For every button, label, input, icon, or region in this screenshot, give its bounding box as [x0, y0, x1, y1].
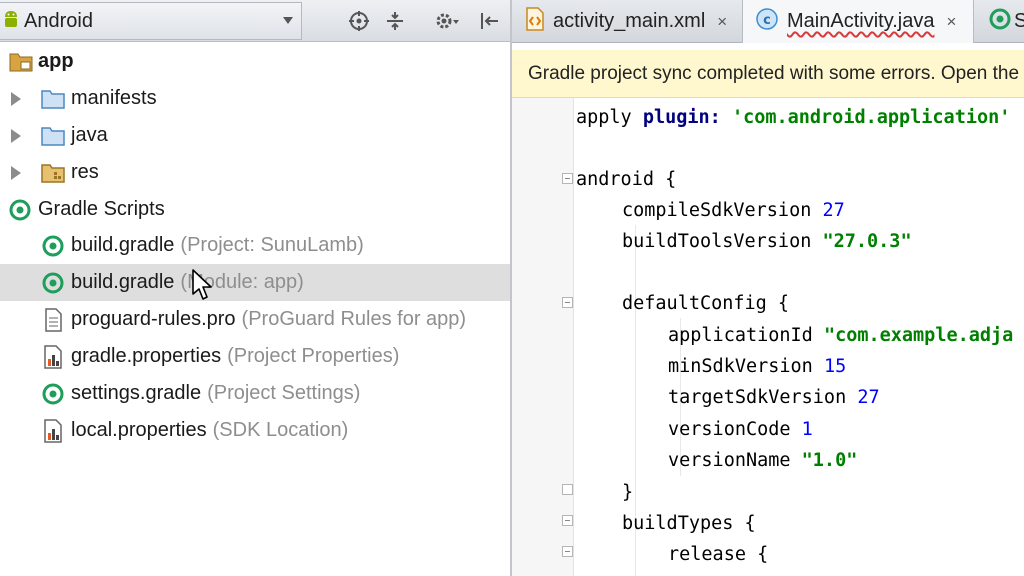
fold-marker-icon[interactable] [562, 546, 573, 557]
gradle-icon [8, 198, 32, 222]
code-line: compileSdkVersion 27 [622, 200, 845, 221]
editor-tab-bar: activity_main.xml × c MainActivity.java … [512, 0, 1024, 43]
project-view-selector[interactable]: Android [0, 2, 302, 40]
tab-label: MainActivity.java [787, 10, 935, 32]
tree-item-label: proguard-rules.pro (ProGuard Rules for ap… [71, 308, 467, 330]
tree-item-label: res [71, 161, 99, 183]
notification-text: Gradle project sync completed with some … [528, 62, 1020, 84]
code-area[interactable]: apply plugin: 'com.android.application' … [576, 100, 1024, 576]
close-icon[interactable]: × [717, 12, 727, 32]
chevron-right-icon[interactable] [11, 166, 21, 180]
android-icon [3, 8, 19, 35]
code-line: minSdkVersion 15 [668, 356, 847, 377]
gradle-icon [41, 234, 65, 258]
properties-icon [41, 418, 65, 443]
locate-icon[interactable] [346, 8, 372, 34]
chevron-right-icon[interactable] [11, 92, 21, 106]
folder-icon [41, 87, 65, 111]
module-folder-icon [9, 50, 33, 74]
chevron-right-icon[interactable] [11, 129, 21, 143]
hide-panel-icon[interactable] [476, 8, 502, 34]
project-view-label: Android [24, 9, 93, 32]
svg-text:c: c [763, 13, 771, 28]
tab-label: activity_main.xml [553, 10, 706, 32]
tree-item-hint: (Project Settings) [207, 382, 361, 404]
tab-label: S [1014, 10, 1024, 32]
code-line: } [622, 482, 634, 503]
gradle-icon [988, 7, 1012, 36]
tree-item-gradle-scripts[interactable]: Gradle Scripts [0, 191, 510, 228]
tree-item-res[interactable]: res [0, 154, 510, 191]
mouse-pointer-icon [192, 269, 214, 303]
code-editor: activity_main.xml × c MainActivity.java … [512, 0, 1024, 576]
gradle-icon [41, 382, 65, 406]
tree-item-gradle-properties[interactable]: gradle.properties (Project Properties) [0, 338, 510, 375]
xml-file-icon [525, 7, 545, 36]
tree-item-build-gradle-module[interactable]: build.gradle (Module: app) [0, 264, 510, 301]
java-class-icon: c [755, 7, 779, 36]
code-line: buildTypes { [622, 513, 756, 534]
gradle-sync-notification[interactable]: Gradle project sync completed with some … [512, 50, 1024, 98]
tree-item-build-gradle-project[interactable]: build.gradle (Project: SunuLamb) [0, 227, 510, 264]
tree-item-label: build.gradle (Project: SunuLamb) [71, 234, 364, 256]
folder-icon [41, 124, 65, 148]
tree-item-hint: (Project Properties) [227, 345, 400, 367]
tree-item-local-properties[interactable]: local.properties (SDK Location) [0, 412, 510, 449]
tab-gradle-file[interactable]: S [974, 0, 1024, 43]
close-icon[interactable]: × [946, 12, 956, 32]
fold-marker-icon[interactable] [562, 515, 573, 526]
tree-item-manifests[interactable]: manifests [0, 80, 510, 117]
code-line: apply plugin: 'com.android.application' [576, 107, 1011, 128]
code-line: targetSdkVersion 27 [668, 387, 880, 408]
code-line: buildToolsVersion "27.0.3" [622, 231, 912, 252]
tree-item-label: build.gradle (Module: app) [71, 271, 304, 293]
code-line: versionName "1.0" [668, 450, 858, 471]
tree-item-label: manifests [71, 87, 157, 109]
chevron-down-icon [283, 17, 293, 24]
fold-end-icon[interactable] [562, 484, 573, 495]
tree-item-settings-gradle[interactable]: settings.gradle (Project Settings) [0, 375, 510, 412]
tree-item-label: gradle.properties (Project Properties) [71, 345, 400, 367]
tree-item-java[interactable]: java [0, 117, 510, 154]
tree-item-label: settings.gradle (Project Settings) [71, 382, 361, 404]
tree-item-label: app [38, 50, 74, 72]
project-panel-toolbar: Android [0, 0, 510, 42]
tree-item-app[interactable]: app [0, 43, 510, 80]
settings-gear-icon[interactable] [434, 8, 460, 34]
fold-marker-icon[interactable] [562, 297, 573, 308]
tree-item-label: java [71, 124, 108, 146]
tree-item-label: local.properties (SDK Location) [71, 419, 349, 441]
code-line: defaultConfig { [622, 293, 790, 314]
collapse-all-icon[interactable] [382, 8, 408, 34]
properties-icon [41, 344, 65, 369]
code-line: release { [668, 544, 769, 565]
tree-item-label: Gradle Scripts [38, 198, 165, 220]
tab-mainactivity-java[interactable]: c MainActivity.java × [743, 0, 974, 43]
tab-activity-main-xml[interactable]: activity_main.xml × [512, 0, 743, 43]
tree-item-hint: (SDK Location) [212, 419, 349, 441]
project-tool-window: Android app manifests java res Gradle Sc… [0, 0, 510, 576]
tree-item-hint: (Project: SunuLamb) [180, 234, 364, 256]
fold-marker-icon[interactable] [562, 173, 573, 184]
code-line: android { [576, 169, 677, 190]
text-file-icon [41, 307, 65, 332]
tree-item-hint: (ProGuard Rules for app) [241, 308, 467, 330]
code-line: versionCode 1 [668, 419, 813, 440]
res-folder-icon [41, 161, 65, 185]
gradle-icon [41, 271, 65, 295]
editor-gutter [512, 98, 574, 576]
tree-item-proguard-rules[interactable]: proguard-rules.pro (ProGuard Rules for ap… [0, 301, 510, 338]
code-line: applicationId "com.example.adja [668, 325, 1014, 346]
